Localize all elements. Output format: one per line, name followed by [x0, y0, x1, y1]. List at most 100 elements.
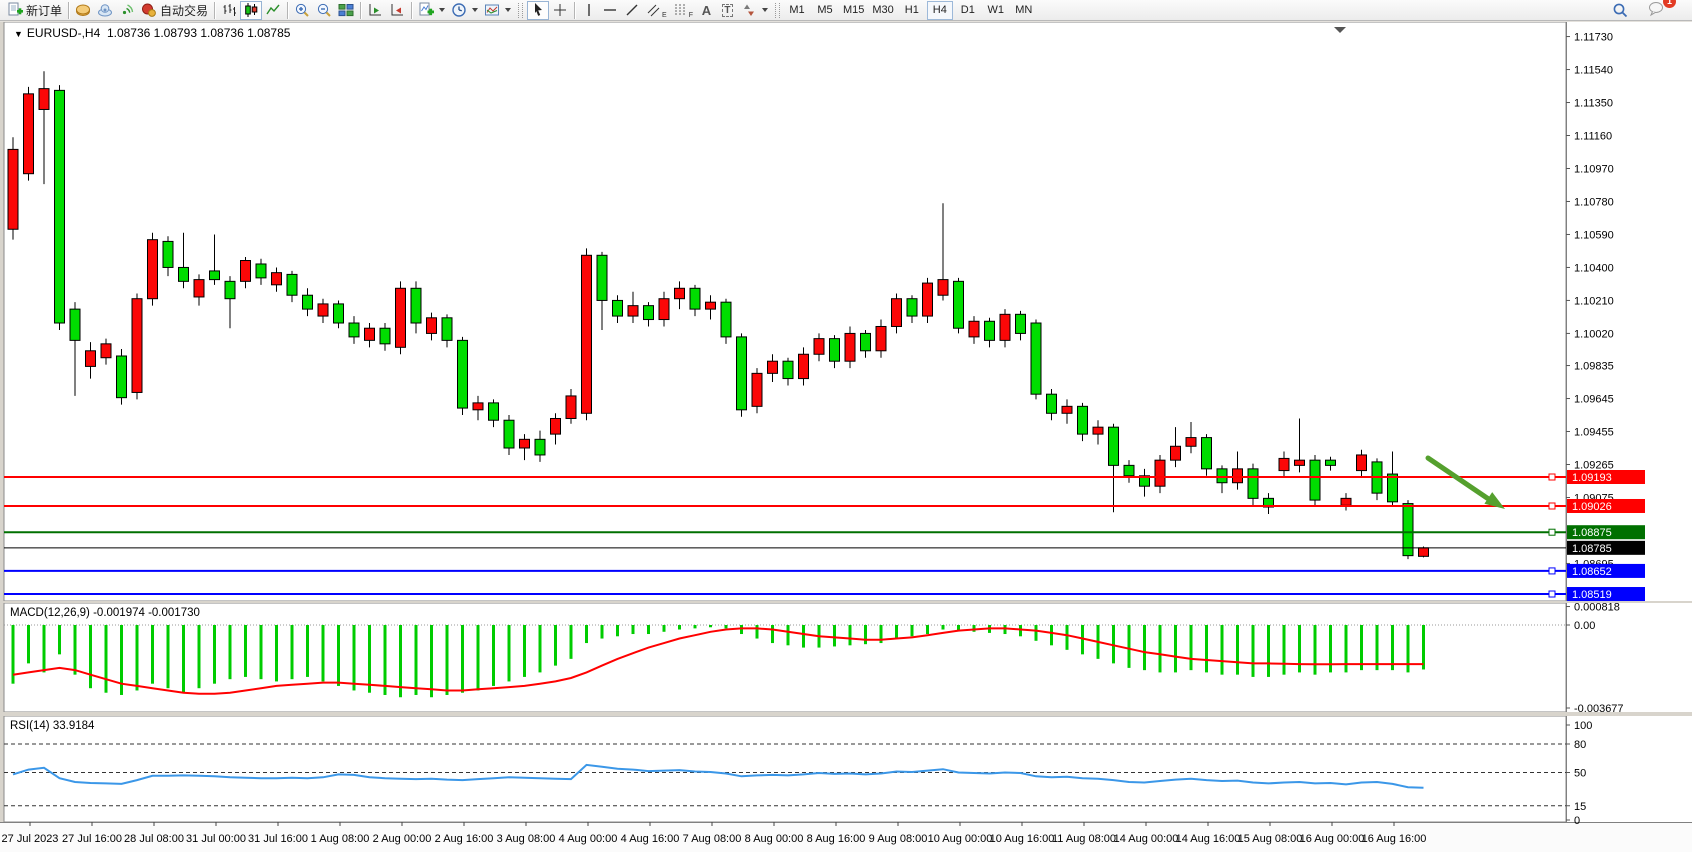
candle-body[interactable]	[442, 318, 452, 341]
candle-body[interactable]	[721, 302, 731, 337]
candle-body[interactable]	[1419, 548, 1429, 557]
time-tick-label[interactable]: 9 Aug 08:00	[869, 833, 928, 845]
candle-body[interactable]	[628, 306, 638, 316]
time-tick-label[interactable]: 14 Aug 16:00	[1176, 833, 1241, 845]
candle-body[interactable]	[768, 361, 778, 373]
horizontal-line-button[interactable]	[599, 1, 621, 20]
bar-chart-button[interactable]	[218, 1, 240, 20]
time-tick-label[interactable]: 27 Jul 16:00	[62, 833, 122, 845]
candle-body[interactable]	[1186, 438, 1196, 447]
notification-badge[interactable]: 1	[1663, 0, 1676, 8]
candle-body[interactable]	[396, 288, 406, 347]
candle-body[interactable]	[1357, 455, 1367, 471]
time-tick-label[interactable]: 31 Jul 00:00	[186, 833, 246, 845]
candle-body[interactable]	[117, 356, 127, 398]
candle-body[interactable]	[938, 280, 948, 296]
time-tick-label[interactable]: 11 Aug 08:00	[1052, 833, 1116, 845]
candle-body[interactable]	[365, 328, 375, 340]
candle-body[interactable]	[1310, 460, 1320, 500]
candle-body[interactable]	[613, 300, 623, 316]
candle-body[interactable]	[737, 337, 747, 410]
candle-body[interactable]	[876, 326, 886, 350]
candle-body[interactable]	[101, 344, 111, 358]
periods-button[interactable]	[448, 1, 481, 20]
candle-body[interactable]	[551, 418, 561, 434]
arrows-button[interactable]	[738, 1, 771, 20]
text-button[interactable]: A	[696, 1, 717, 20]
candle-body[interactable]	[24, 94, 34, 174]
fibonacci-button[interactable]: F	[670, 1, 696, 20]
panel-splitter[interactable]	[0, 712, 1692, 716]
candle-body[interactable]	[39, 89, 49, 110]
time-tick-label[interactable]: 1 Aug 08:00	[311, 833, 370, 845]
candle-body[interactable]	[566, 396, 576, 419]
candle-body[interactable]	[179, 267, 189, 281]
candlestick-chart-button[interactable]	[240, 1, 262, 20]
candle-body[interactable]	[892, 299, 902, 327]
candle-body[interactable]	[597, 255, 607, 300]
text-label-button[interactable]: T	[717, 1, 738, 20]
indicators-button[interactable]	[415, 1, 448, 20]
candle-body[interactable]	[303, 295, 313, 309]
candle-body[interactable]	[427, 318, 437, 334]
hline-handle[interactable]	[1549, 474, 1555, 480]
candle-body[interactable]	[582, 255, 592, 413]
candle-body[interactable]	[1326, 460, 1336, 465]
time-tick-label[interactable]: 8 Aug 00:00	[745, 833, 804, 845]
tile-windows-button[interactable]	[335, 1, 357, 20]
candle-body[interactable]	[1016, 314, 1026, 333]
time-tick-label[interactable]: 2 Aug 00:00	[373, 833, 432, 845]
time-tick-label[interactable]: 4 Aug 00:00	[559, 833, 618, 845]
time-tick-label[interactable]: 10 Aug 00:00	[928, 833, 993, 845]
candle-body[interactable]	[458, 340, 468, 408]
vertical-line-button[interactable]	[578, 1, 599, 20]
time-tick-label[interactable]: 28 Jul 08:00	[124, 833, 184, 845]
candle-body[interactable]	[675, 288, 685, 298]
community-button[interactable]	[94, 1, 116, 20]
candle-body[interactable]	[907, 299, 917, 316]
candle-body[interactable]	[1217, 469, 1227, 483]
metaeditor-button[interactable]	[72, 1, 94, 20]
timeframe-button-m1[interactable]: M1	[784, 1, 810, 20]
candle-body[interactable]	[70, 309, 80, 340]
candle-body[interactable]	[1062, 406, 1072, 413]
trendline-button[interactable]	[621, 1, 643, 20]
candle-body[interactable]	[690, 288, 700, 309]
new-order-button[interactable]: 新订单	[4, 1, 65, 20]
timeframe-button-m15[interactable]: M15	[840, 1, 867, 20]
timeframe-button-d1[interactable]: D1	[955, 1, 981, 20]
toolbar-drag-handle[interactable]	[518, 3, 523, 18]
time-tick-label[interactable]: 31 Jul 16:00	[248, 833, 308, 845]
main-chart-panel[interactable]	[4, 22, 1566, 601]
candle-body[interactable]	[225, 281, 235, 298]
timeframe-button-m5[interactable]: M5	[812, 1, 838, 20]
time-tick-label[interactable]: 15 Aug 08:00	[1238, 833, 1303, 845]
timeframe-button-m30[interactable]: M30	[869, 1, 896, 20]
templates-button[interactable]	[481, 1, 514, 20]
candle-body[interactable]	[132, 299, 142, 393]
candle-body[interactable]	[349, 323, 359, 337]
candle-body[interactable]	[1233, 469, 1243, 483]
candle-body[interactable]	[969, 321, 979, 337]
candle-body[interactable]	[1047, 394, 1057, 413]
candle-body[interactable]	[1248, 469, 1258, 499]
cursor-button[interactable]	[527, 1, 549, 20]
line-chart-button[interactable]	[262, 1, 284, 20]
candle-body[interactable]	[535, 439, 545, 455]
candle-body[interactable]	[1124, 465, 1134, 475]
zoom-in-button[interactable]	[291, 1, 313, 20]
candle-body[interactable]	[954, 281, 964, 328]
toolbar-drag-handle[interactable]	[775, 3, 780, 18]
candle-body[interactable]	[1093, 427, 1103, 434]
timeframe-button-h1[interactable]: H1	[899, 1, 925, 20]
candle-body[interactable]	[318, 304, 328, 316]
candle-body[interactable]	[148, 240, 158, 299]
candle-body[interactable]	[473, 403, 483, 410]
symbol-dropdown-icon[interactable]: ▼	[14, 29, 23, 39]
candle-body[interactable]	[1279, 458, 1289, 470]
time-tick-label[interactable]: 3 Aug 08:00	[497, 833, 556, 845]
zoom-out-button[interactable]	[313, 1, 335, 20]
candle-body[interactable]	[1388, 474, 1398, 502]
candle-body[interactable]	[985, 321, 995, 340]
candle-body[interactable]	[814, 339, 824, 355]
